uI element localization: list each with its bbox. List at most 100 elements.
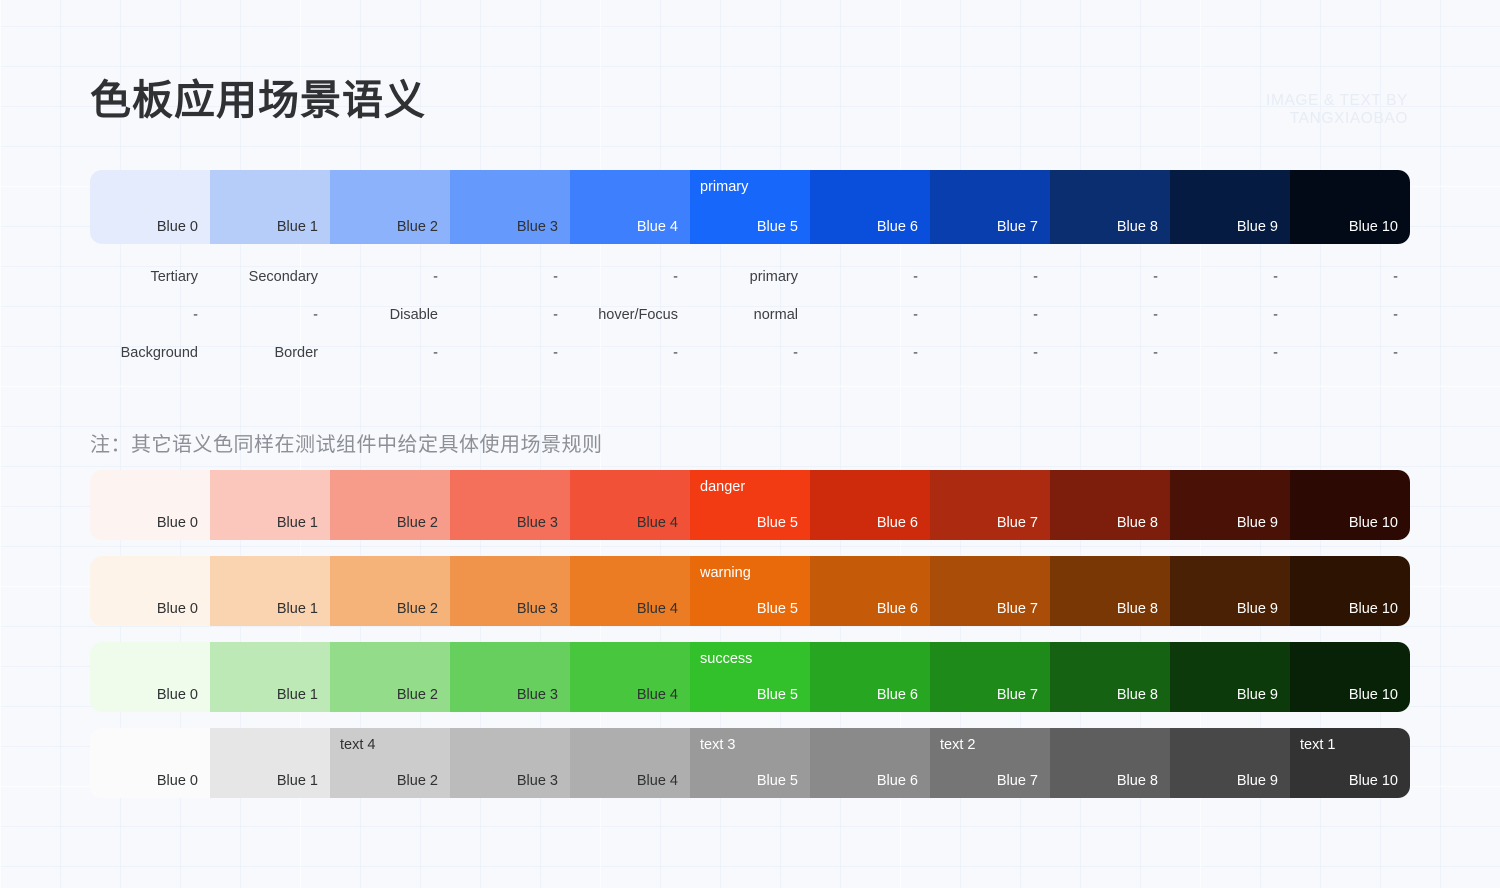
swatch-blue-5[interactable]: primary Blue 5: [690, 170, 810, 244]
swatch-tone-label: Blue 6: [876, 773, 918, 789]
swatch-tone-label: Blue 6: [876, 219, 918, 235]
swatch-tone-label: Blue 5: [756, 687, 798, 703]
swatch-green-success-7[interactable]: Blue 7: [930, 642, 1050, 712]
swatch-gray-text-3[interactable]: Blue 3: [450, 728, 570, 798]
swatch-blue-8[interactable]: Blue 8: [1050, 170, 1170, 244]
swatch-tone-label: Blue 0: [156, 687, 198, 703]
swatch-red-danger-0[interactable]: Blue 0: [90, 470, 210, 540]
swatch-role-label: [1180, 736, 1278, 754]
swatch-gray-text-9[interactable]: Blue 9: [1170, 728, 1290, 798]
swatch-role-label: success: [700, 651, 753, 667]
swatch-red-danger-9[interactable]: Blue 9: [1170, 470, 1290, 540]
swatch-green-success-2[interactable]: Blue 2: [330, 642, 450, 712]
swatch-tone-label: Blue 1: [276, 219, 318, 235]
swatch-role-label: [220, 178, 318, 196]
swatch-blue-6[interactable]: Blue 6: [810, 170, 930, 244]
swatch-red-danger-10[interactable]: Blue 10: [1290, 470, 1410, 540]
swatch-orange-warning-10[interactable]: Blue 10: [1290, 556, 1410, 626]
usage-cell: -: [1393, 269, 1398, 285]
swatch-blue-0[interactable]: Blue 0: [90, 170, 210, 244]
swatch-green-success-5[interactable]: success Blue 5: [690, 642, 810, 712]
swatch-red-danger-6[interactable]: Blue 6: [810, 470, 930, 540]
swatch-orange-warning-2[interactable]: Blue 2: [330, 556, 450, 626]
swatch-green-success-1[interactable]: Blue 1: [210, 642, 330, 712]
swatch-tone-label: Blue 0: [156, 515, 198, 531]
swatch-role-label: text 1: [1300, 737, 1336, 753]
usage-cell: -: [313, 307, 318, 323]
swatch-gray-text-7[interactable]: text 2 Blue 7: [930, 728, 1050, 798]
swatch-tone-label: Blue 10: [1348, 515, 1398, 531]
swatch-gray-text-5[interactable]: text 3 Blue 5: [690, 728, 810, 798]
swatch-orange-warning-4[interactable]: Blue 4: [570, 556, 690, 626]
swatch-tone-label: Blue 4: [636, 773, 678, 789]
swatch-orange-warning-5[interactable]: warning Blue 5: [690, 556, 810, 626]
swatch-role-label: [340, 564, 438, 582]
swatch-green-success-3[interactable]: Blue 3: [450, 642, 570, 712]
swatch-blue-10[interactable]: Blue 10: [1290, 170, 1410, 244]
swatch-red-danger-8[interactable]: Blue 8: [1050, 470, 1170, 540]
swatch-gray-text-10[interactable]: text 1 Blue 10: [1290, 728, 1410, 798]
swatch-role-label: [940, 178, 1038, 196]
swatch-gray-text-4[interactable]: Blue 4: [570, 728, 690, 798]
swatch-tone-label: Blue 5: [756, 219, 798, 235]
swatch-red-danger-3[interactable]: Blue 3: [450, 470, 570, 540]
usage-cell: -: [433, 345, 438, 361]
swatch-tone-label: Blue 5: [756, 515, 798, 531]
swatch-role-label: [820, 736, 918, 754]
swatch-green-success-8[interactable]: Blue 8: [1050, 642, 1170, 712]
swatch-gray-text-2[interactable]: text 4 Blue 2: [330, 728, 450, 798]
swatch-role-label: text 3: [700, 737, 736, 753]
swatch-blue-9[interactable]: Blue 9: [1170, 170, 1290, 244]
swatch-blue-2[interactable]: Blue 2: [330, 170, 450, 244]
swatch-tone-label: Blue 10: [1348, 773, 1398, 789]
swatch-role-label: [1060, 178, 1158, 196]
swatch-green-success-10[interactable]: Blue 10: [1290, 642, 1410, 712]
swatch-role-label: [1300, 650, 1398, 668]
swatch-tone-label: Blue 1: [276, 687, 318, 703]
swatch-red-danger-5[interactable]: danger Blue 5: [690, 470, 810, 540]
swatch-orange-warning-8[interactable]: Blue 8: [1050, 556, 1170, 626]
swatch-blue-4[interactable]: Blue 4: [570, 170, 690, 244]
swatch-orange-warning-1[interactable]: Blue 1: [210, 556, 330, 626]
swatch-orange-warning-7[interactable]: Blue 7: [930, 556, 1050, 626]
swatch-role-label: [1300, 478, 1398, 496]
swatch-red-danger-4[interactable]: Blue 4: [570, 470, 690, 540]
swatch-red-danger-2[interactable]: Blue 2: [330, 470, 450, 540]
swatch-role-label: [100, 178, 198, 196]
swatch-orange-warning-3[interactable]: Blue 3: [450, 556, 570, 626]
swatch-orange-warning-9[interactable]: Blue 9: [1170, 556, 1290, 626]
swatch-role-label: [820, 650, 918, 668]
usage-cell: -: [1033, 345, 1038, 361]
swatch-role-label: [820, 564, 918, 582]
swatch-blue-3[interactable]: Blue 3: [450, 170, 570, 244]
swatch-tone-label: Blue 2: [396, 687, 438, 703]
usage-cell: -: [193, 307, 198, 323]
swatch-tone-label: Blue 7: [996, 219, 1038, 235]
swatch-green-success-4[interactable]: Blue 4: [570, 642, 690, 712]
swatch-red-danger-1[interactable]: Blue 1: [210, 470, 330, 540]
usage-cell: hover/Focus: [598, 307, 678, 323]
palette-bar-blue: Blue 0 Blue 1 Blue 2 Blue 3 Blue 4 primar…: [90, 170, 1410, 244]
swatch-gray-text-6[interactable]: Blue 6: [810, 728, 930, 798]
swatch-tone-label: Blue 4: [636, 219, 678, 235]
swatch-role-label: [940, 650, 1038, 668]
swatch-tone-label: Blue 0: [156, 601, 198, 617]
swatch-orange-warning-6[interactable]: Blue 6: [810, 556, 930, 626]
swatch-role-label: [1180, 650, 1278, 668]
swatch-gray-text-1[interactable]: Blue 1: [210, 728, 330, 798]
swatch-blue-1[interactable]: Blue 1: [210, 170, 330, 244]
swatch-gray-text-8[interactable]: Blue 8: [1050, 728, 1170, 798]
usage-cell: normal: [753, 307, 798, 323]
swatch-green-success-0[interactable]: Blue 0: [90, 642, 210, 712]
swatch-gray-text-0[interactable]: Blue 0: [90, 728, 210, 798]
swatch-tone-label: Blue 1: [276, 515, 318, 531]
swatch-green-success-9[interactable]: Blue 9: [1170, 642, 1290, 712]
swatch-orange-warning-0[interactable]: Blue 0: [90, 556, 210, 626]
swatch-red-danger-7[interactable]: Blue 7: [930, 470, 1050, 540]
swatch-blue-7[interactable]: Blue 7: [930, 170, 1050, 244]
swatch-green-success-6[interactable]: Blue 6: [810, 642, 930, 712]
note-text: 注：其它语义色同样在测试组件中给定具体使用场景规则: [90, 434, 603, 456]
usage-cell: -: [1273, 345, 1278, 361]
swatch-role-label: [1060, 478, 1158, 496]
palette-bar-red: Blue 0 Blue 1 Blue 2 Blue 3 Blue 4 danger…: [90, 470, 1410, 540]
